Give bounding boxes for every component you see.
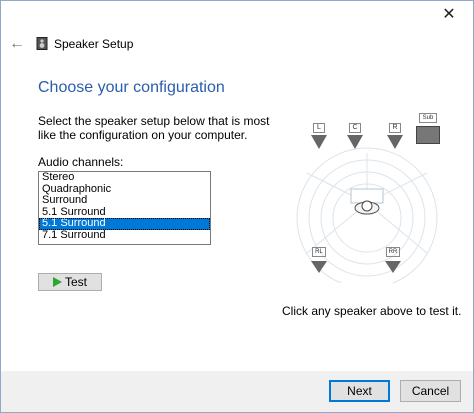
audio-channels-listbox[interactable]: Stereo Quadraphonic Surround 5.1 Surround 5.… [38, 171, 211, 245]
test-button[interactable]: Test [38, 273, 102, 291]
cancel-button[interactable]: Cancel [400, 380, 461, 402]
speaker-rear-left[interactable]: RL [311, 247, 327, 277]
close-button[interactable]: ✕ [431, 4, 467, 26]
page-title: Choose your configuration [38, 79, 225, 96]
speaker-subwoofer[interactable]: Sub [416, 113, 440, 145]
test-button-label: Test [64, 275, 87, 289]
audio-channels-label: Audio channels: [38, 155, 124, 169]
test-hint: Click any speaker above to test it. [282, 304, 462, 318]
window-title: Speaker Setup [54, 37, 134, 51]
audio-channel-option[interactable]: 7.1 Surround [39, 229, 210, 242]
play-icon [52, 277, 62, 287]
back-button[interactable]: ← [8, 35, 26, 53]
next-button[interactable]: Next [329, 380, 390, 402]
footer-bar: Next Cancel [1, 371, 473, 412]
speaker-front-left-label: L [313, 123, 325, 133]
page-description: Select the speaker setup below that is m… [38, 114, 270, 142]
speaker-rear-right-label: RR [386, 247, 400, 257]
audio-channel-option[interactable]: Stereo [39, 172, 210, 184]
speaker-front-right-label: R [389, 123, 401, 133]
speaker-center[interactable]: C [347, 123, 363, 155]
speaker-front-left[interactable]: L [311, 123, 327, 155]
back-arrow-icon: ← [9, 35, 25, 52]
speaker-center-label: C [349, 123, 361, 133]
speaker-subwoofer-label: Sub [419, 113, 437, 123]
close-icon: ✕ [442, 6, 456, 23]
speaker-rear-left-label: RL [312, 247, 326, 257]
speaker-setup-window: ✕ ← Speaker Setup Choose your configurat… [0, 0, 474, 413]
speaker-front-right[interactable]: R [387, 123, 403, 155]
speaker-rear-right[interactable]: RR [385, 247, 401, 277]
speaker-icon [36, 37, 48, 50]
listener-icon [350, 188, 384, 215]
